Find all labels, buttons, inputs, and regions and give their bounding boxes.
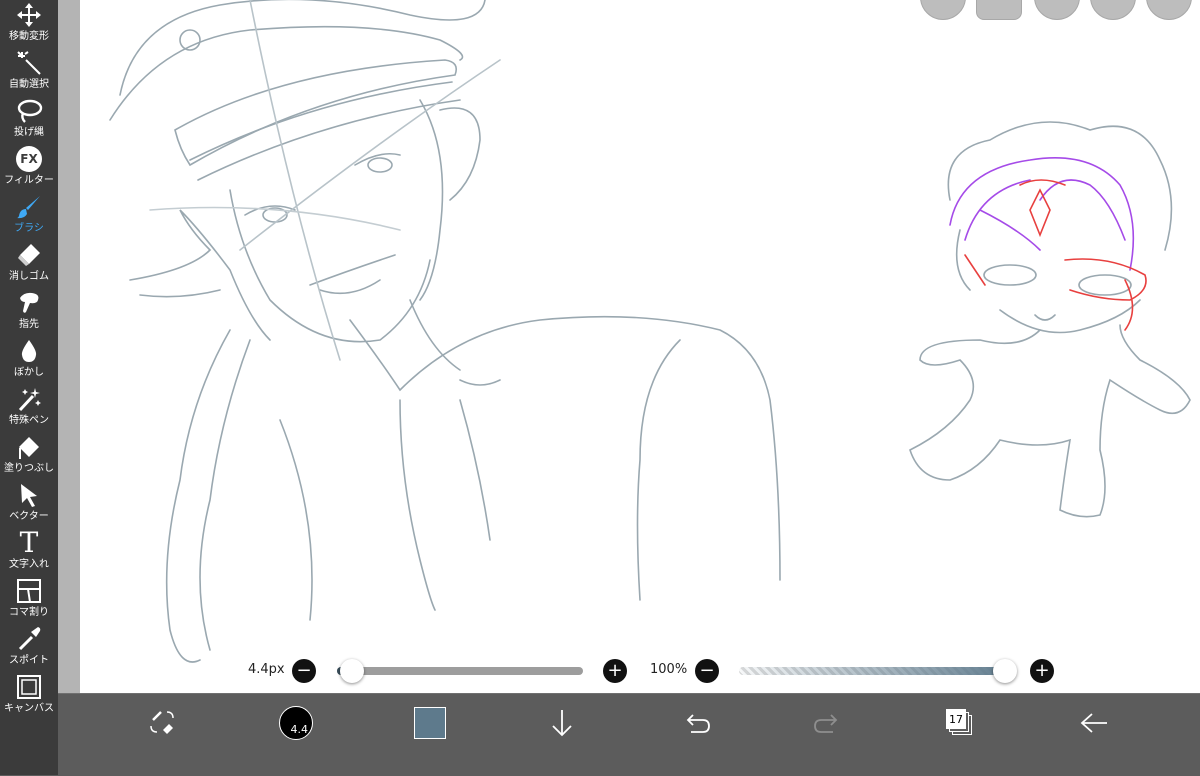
tool-label: スポイト xyxy=(9,655,49,666)
tool-move-transform[interactable]: 移動変形 xyxy=(0,0,58,48)
layers-count: 17 xyxy=(946,709,966,729)
tool-eyedropper[interactable]: スポイト xyxy=(0,624,58,672)
tool-label: ブラシ xyxy=(14,223,44,234)
tool-eraser[interactable]: 消しゴム xyxy=(0,240,58,288)
frame-divide-icon xyxy=(14,576,44,606)
tool-label: フィルター xyxy=(4,175,54,186)
tool-frame-divide[interactable]: コマ割り xyxy=(0,576,58,624)
tool-label: ベクター xyxy=(9,511,49,522)
eraser-icon xyxy=(14,240,44,270)
drawing-canvas[interactable] xyxy=(80,0,1200,693)
tool-label: キャンバス xyxy=(4,703,54,714)
bottom-toolbar: 4.4 17 xyxy=(58,693,1200,776)
move-icon xyxy=(14,0,44,30)
brush-size-slider[interactable] xyxy=(337,667,583,675)
brush-preview-button[interactable]: 4.4 xyxy=(274,694,318,752)
special-pen-icon xyxy=(14,384,44,414)
download-arrow-icon[interactable] xyxy=(540,694,584,752)
fx-filter-icon: FX xyxy=(14,144,44,174)
brush-opacity-slider[interactable] xyxy=(739,667,1015,675)
tool-filter[interactable]: FX フィルター xyxy=(0,144,58,192)
brush-size-slider-knob[interactable] xyxy=(339,659,364,683)
brush-size-plus-button[interactable]: + xyxy=(603,659,627,683)
tool-label: 指先 xyxy=(19,319,39,330)
brush-size-minus-button[interactable]: − xyxy=(292,659,316,683)
canvas-icon xyxy=(14,672,44,702)
tool-lasso[interactable]: 投げ縄 xyxy=(0,96,58,144)
transform-eraser-toggle-icon[interactable] xyxy=(140,694,184,752)
eyedropper-icon xyxy=(14,624,44,654)
tool-label: 自動選択 xyxy=(9,79,49,90)
tool-special-pen[interactable]: 特殊ペン xyxy=(0,384,58,432)
layers-icon: 17 xyxy=(946,709,974,737)
tool-text[interactable]: T 文字入れ xyxy=(0,528,58,576)
brush-opacity-minus-button[interactable]: − xyxy=(695,659,719,683)
tool-label: 投げ縄 xyxy=(14,127,44,138)
tool-label: 文字入れ xyxy=(9,559,49,570)
tool-vector[interactable]: ベクター xyxy=(0,480,58,528)
current-color-swatch xyxy=(414,707,446,739)
magic-wand-icon xyxy=(14,48,44,78)
brush-icon xyxy=(14,192,44,222)
tool-label: 特殊ペン xyxy=(9,415,49,426)
finger-smudge-icon xyxy=(14,288,44,318)
tool-brush[interactable]: ブラシ xyxy=(0,192,58,240)
tool-label: コマ割り xyxy=(9,607,49,618)
tool-label: 消しゴム xyxy=(9,271,49,282)
tool-auto-select[interactable]: 自動選択 xyxy=(0,48,58,96)
tool-finger[interactable]: 指先 xyxy=(0,288,58,336)
vector-arrow-icon xyxy=(14,480,44,510)
canvas-margin xyxy=(58,0,80,693)
text-icon: T xyxy=(19,526,39,559)
tool-label: 移動変形 xyxy=(9,31,49,42)
sketch-artwork xyxy=(109,0,1191,663)
tool-label: ぼかし xyxy=(14,367,44,378)
brush-size-value: 4.4px xyxy=(248,662,285,677)
tool-blur[interactable]: ぼかし xyxy=(0,336,58,384)
brush-preview-label: 4.4 xyxy=(279,706,313,740)
blur-drop-icon xyxy=(14,336,44,366)
back-arrow-icon[interactable] xyxy=(1072,694,1116,752)
tool-fill[interactable]: 塗りつぶし xyxy=(0,432,58,480)
current-color-button[interactable] xyxy=(408,694,452,752)
tool-sidebar: 移動変形 自動選択 投げ縄 FX フィルター ブラシ 消しゴム 指先 ぼかし 特… xyxy=(0,0,58,775)
tool-label: 塗りつぶし xyxy=(3,463,55,474)
lasso-icon xyxy=(14,96,44,126)
brush-opacity-slider-knob[interactable] xyxy=(993,659,1017,683)
brush-opacity-value: 100% xyxy=(650,662,688,677)
undo-icon[interactable] xyxy=(674,694,718,752)
redo-icon[interactable] xyxy=(806,694,850,752)
tool-canvas[interactable]: キャンバス xyxy=(0,672,58,720)
layers-button[interactable]: 17 xyxy=(938,694,982,752)
fill-bucket-icon xyxy=(14,432,44,462)
brush-opacity-plus-button[interactable]: + xyxy=(1030,659,1054,683)
quick-button[interactable] xyxy=(976,0,1022,20)
